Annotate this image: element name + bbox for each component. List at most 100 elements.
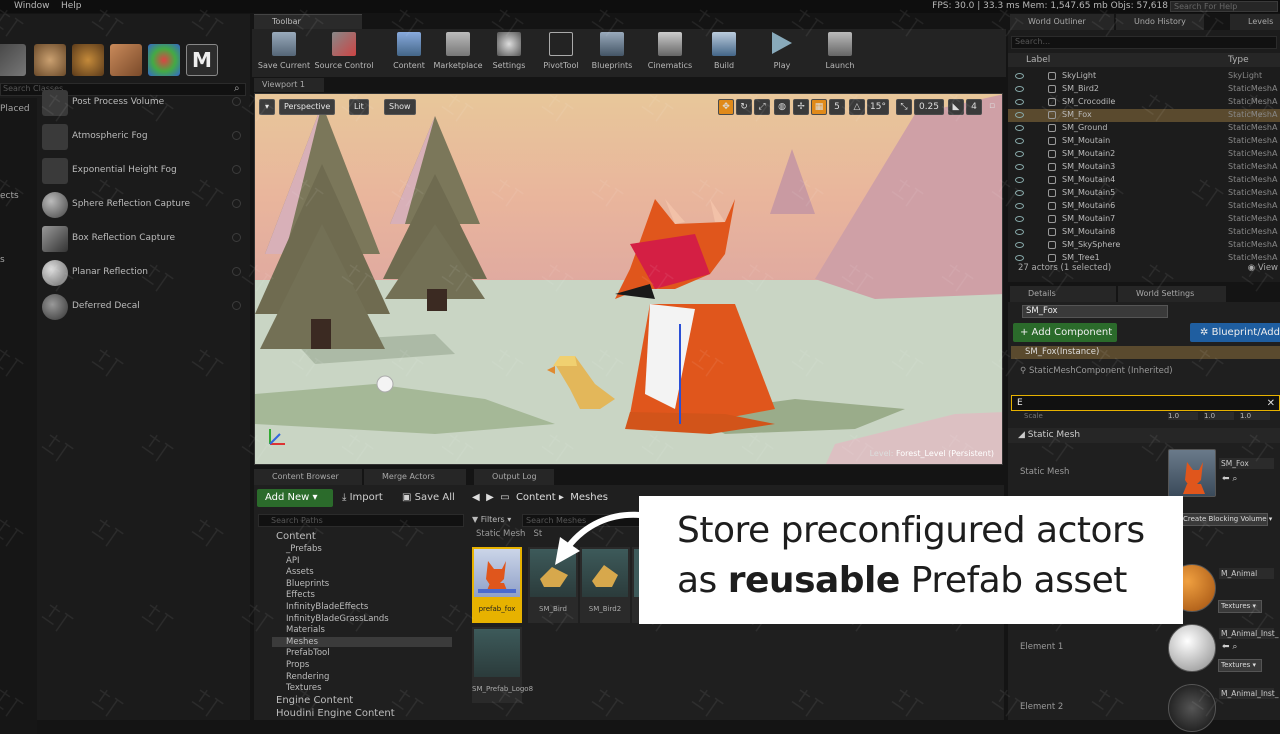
folder-item[interactable]: Blueprints xyxy=(272,579,452,589)
visibility-eye-icon[interactable] xyxy=(1015,190,1024,196)
visibility-eye-icon[interactable] xyxy=(1015,112,1024,118)
save-current-button[interactable]: Save Current xyxy=(254,31,314,75)
material-2-value[interactable]: M_Animal_Inst_ xyxy=(1219,688,1279,699)
outliner-row[interactable]: SM_Moutain2 StaticMeshA xyxy=(1008,148,1280,161)
visibility-eye-icon[interactable] xyxy=(1015,255,1024,261)
breadcrumb-content[interactable]: Content xyxy=(516,492,556,503)
tab-world-outliner[interactable]: World Outliner xyxy=(1010,14,1114,30)
viewport[interactable]: ▾ Perspective Lit Show ✥ ↻ ⤢ ◍ ✢ ▦ 5 △ 1… xyxy=(254,93,1003,465)
clear-search-icon[interactable]: ✕ xyxy=(1267,397,1275,411)
filter-static-mesh[interactable]: Static Mesh St xyxy=(476,529,542,539)
settings-button[interactable]: Settings xyxy=(486,31,532,75)
category-other[interactable]: s xyxy=(0,255,5,265)
visibility-eye-icon[interactable] xyxy=(1015,177,1024,183)
toolbar-tab[interactable]: Toolbar xyxy=(254,14,362,29)
material-1-textures-dropdown[interactable]: Textures ▾ xyxy=(1218,659,1262,672)
view-options-button[interactable]: ◉ View xyxy=(1248,263,1278,273)
world-icon[interactable]: ◍ xyxy=(774,99,790,115)
folder-item[interactable]: Effects xyxy=(272,590,452,600)
scale-snap-value[interactable]: 0.25 xyxy=(914,99,944,115)
outliner-row[interactable]: SM_Moutain6 StaticMeshA xyxy=(1008,200,1280,213)
outliner-row[interactable]: SM_Fox StaticMeshA xyxy=(1008,109,1280,122)
foliage-mode-icon[interactable] xyxy=(72,44,104,76)
viewport-options-button[interactable]: ▾ xyxy=(259,99,275,115)
outliner-row[interactable]: SM_Moutain4 StaticMeshA xyxy=(1008,174,1280,187)
show-button[interactable]: Show xyxy=(384,99,416,115)
rotate-icon[interactable]: ↻ xyxy=(736,99,752,115)
visibility-eye-icon[interactable] xyxy=(1015,203,1024,209)
folder-item[interactable]: PrefabTool xyxy=(272,648,452,658)
place-item-post-process-volume[interactable]: Post Process Volume xyxy=(40,88,245,118)
launch-button[interactable]: Launch xyxy=(818,31,862,75)
landscape-mode-icon[interactable] xyxy=(34,44,66,76)
outliner-search-input[interactable]: Search... xyxy=(1011,36,1277,49)
info-icon[interactable] xyxy=(232,233,241,242)
translate-icon[interactable]: ✥ xyxy=(718,99,734,115)
import-button[interactable]: ⤓ Import xyxy=(342,489,383,507)
visibility-eye-icon[interactable] xyxy=(1015,73,1024,79)
folder-item[interactable]: Engine Content xyxy=(262,695,452,706)
tab-content-browser[interactable]: Content Browser xyxy=(254,469,362,485)
folder-item[interactable]: API xyxy=(272,556,452,566)
tab-world-settings[interactable]: World Settings xyxy=(1118,286,1226,302)
content-button[interactable]: Content xyxy=(388,31,430,75)
visibility-eye-icon[interactable] xyxy=(1015,164,1024,170)
scale-snap-icon[interactable]: ⤡ xyxy=(896,99,912,115)
info-icon[interactable] xyxy=(232,131,241,140)
folder-item[interactable]: Props xyxy=(272,660,452,670)
use-selected-icon[interactable]: ⬅ ⌕ xyxy=(1222,474,1237,484)
visibility-eye-icon[interactable] xyxy=(1015,86,1024,92)
visibility-eye-icon[interactable] xyxy=(1015,99,1024,105)
maximize-icon[interactable]: ▫ xyxy=(986,99,998,115)
folder-item[interactable]: Assets xyxy=(272,567,452,577)
search-paths-input[interactable]: Search Paths xyxy=(258,514,464,527)
folder-item[interactable]: InfinityBladeGrassLands xyxy=(272,614,452,624)
tab-details[interactable]: Details xyxy=(1010,286,1116,302)
folder-item[interactable]: Textures xyxy=(272,683,452,693)
blueprint-add-script-button[interactable]: ✲ Blueprint/Add xyxy=(1190,323,1280,342)
scale-icon[interactable]: ⤢ xyxy=(754,99,770,115)
play-button[interactable]: Play xyxy=(762,31,802,75)
merge-mode-icon[interactable]: M xyxy=(186,44,218,76)
menu-window[interactable]: Window xyxy=(14,1,50,11)
place-item-sphere-reflection-capture[interactable]: Sphere Reflection Capture xyxy=(40,190,245,220)
grid-size-value[interactable]: 5 xyxy=(829,99,845,115)
outliner-row[interactable]: SM_Moutain7 StaticMeshA xyxy=(1008,213,1280,226)
blueprints-button[interactable]: Blueprints xyxy=(588,31,636,75)
build-button[interactable]: Build xyxy=(704,31,744,75)
lit-button[interactable]: Lit xyxy=(349,99,369,115)
outliner-row[interactable]: SM_Ground StaticMeshA xyxy=(1008,122,1280,135)
scale-y-field[interactable]: 1.0 xyxy=(1204,412,1234,420)
component-instance-row[interactable]: SM_Fox(Instance) xyxy=(1011,346,1280,359)
info-icon[interactable] xyxy=(232,199,241,208)
perspective-button[interactable]: Perspective xyxy=(279,99,336,115)
folder-item[interactable]: Rendering xyxy=(272,672,452,682)
info-icon[interactable] xyxy=(232,165,241,174)
place-item-deferred-decal[interactable]: Deferred Decal xyxy=(40,292,245,322)
folder-item[interactable]: _Prefabs xyxy=(272,544,452,554)
material-0-textures-dropdown[interactable]: Textures ▾ xyxy=(1218,600,1262,613)
outliner-row[interactable]: SM_Bird2 StaticMeshA xyxy=(1008,83,1280,96)
info-icon[interactable] xyxy=(232,267,241,276)
asset-sm-prefab-logo8[interactable]: SM_Prefab_Logo8 xyxy=(472,627,533,703)
tab-levels[interactable]: Levels xyxy=(1230,14,1280,30)
static-mesh-section-header[interactable]: ◢ Static Mesh xyxy=(1008,428,1280,443)
info-icon[interactable] xyxy=(232,97,241,106)
scale-z-field[interactable]: 1.0 xyxy=(1240,412,1270,420)
tab-output-log[interactable]: Output Log xyxy=(474,469,554,485)
place-item-planar-reflection[interactable]: Planar Reflection xyxy=(40,258,245,288)
geometry-mode-icon[interactable] xyxy=(110,44,142,76)
camera-speed-value[interactable]: 4 xyxy=(966,99,982,115)
folder-item[interactable]: Houdini Engine Content xyxy=(262,708,452,719)
grid-snap-icon[interactable]: ▦ xyxy=(811,99,827,115)
add-new-button[interactable]: Add New ▾ xyxy=(257,489,333,507)
folder-item[interactable]: Meshes xyxy=(272,636,452,647)
material-1-value[interactable]: M_Animal_Inst_ xyxy=(1219,628,1279,639)
folder-item[interactable]: Content xyxy=(262,531,452,542)
visibility-eye-icon[interactable] xyxy=(1015,242,1024,248)
viewport-tab[interactable]: Viewport 1 xyxy=(254,78,324,92)
cinematics-button[interactable]: Cinematics xyxy=(646,31,694,75)
visibility-eye-icon[interactable] xyxy=(1015,151,1024,157)
rotation-snap-icon[interactable]: △ xyxy=(849,99,865,115)
static-mesh-component-row[interactable]: ⚲ StaticMeshComponent (Inherited) xyxy=(1020,366,1173,376)
